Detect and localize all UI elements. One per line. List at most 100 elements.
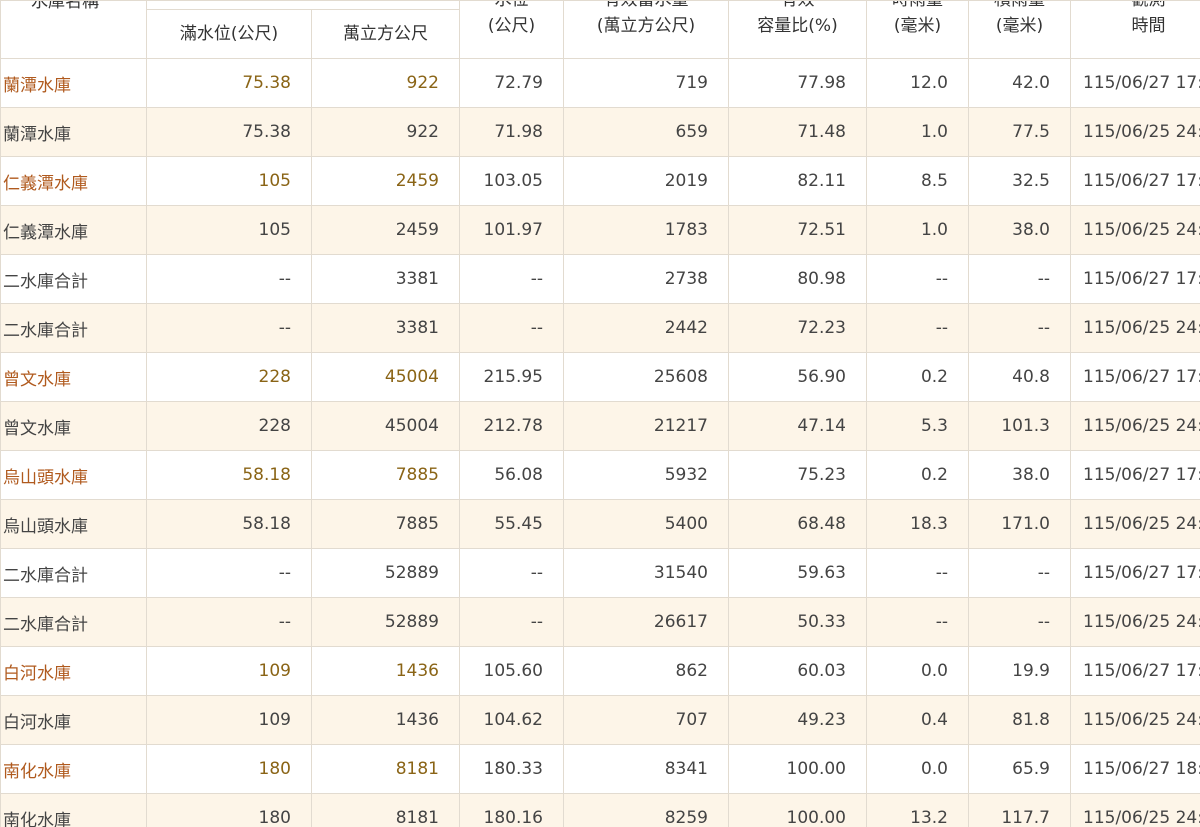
cell-capacity: 52889 [311, 548, 460, 598]
cell-water-level: 180.33 [459, 744, 564, 794]
cell-hourly-rain: 0.2 [866, 450, 969, 500]
header-water-level: 水位 (公尺) [459, 0, 564, 59]
cell-observation-time: 115/06/27 17:00 [1070, 156, 1200, 206]
cell-accumulated-rain: 77.5 [968, 107, 1071, 157]
cell-observation-time: 115/06/25 24:00 [1070, 695, 1200, 745]
cell-capacity-percent: 60.03 [728, 646, 867, 696]
table-row: 南化水庫 180 8181 180.33 8341 100.00 0.0 65.9 115/06… [0, 744, 1200, 794]
cell-full-level: 75.38 [146, 58, 312, 108]
cell-capacity: 922 [311, 58, 460, 108]
table-row: 二水庫合計 -- 52889 -- 26617 50.33 -- -- 115/06/25 24… [0, 597, 1200, 647]
cell-accumulated-rain: 65.9 [968, 744, 1071, 794]
table-row: 烏山頭水庫 58.18 7885 55.45 5400 68.48 18.3 171.0 115… [0, 499, 1200, 549]
cell-capacity-percent: 56.90 [728, 352, 867, 402]
cell-hourly-rain: -- [866, 254, 969, 304]
cell-accumulated-rain: -- [968, 548, 1071, 598]
cell-reservoir-name[interactable]: 南化水庫 [0, 744, 147, 794]
cell-full-level: 58.18 [146, 499, 312, 549]
cell-observation-time: 115/06/25 24:00 [1070, 597, 1200, 647]
cell-capacity-percent: 47.14 [728, 401, 867, 451]
cell-capacity: 8181 [311, 744, 460, 794]
header-effective-storage: 有效蓄水量 (萬立方公尺) [563, 0, 729, 59]
cell-reservoir-name: 南化水庫 [0, 793, 147, 827]
table-row: 曾文水庫 228 45004 215.95 25608 56.90 0.2 40.8 115/0… [0, 352, 1200, 402]
table-row: 烏山頭水庫 58.18 7885 56.08 5932 75.23 0.2 38.0 115/0… [0, 450, 1200, 500]
cell-effective-storage: 5932 [563, 450, 729, 500]
cell-capacity-percent: 50.33 [728, 597, 867, 647]
cell-effective-storage: 8341 [563, 744, 729, 794]
cell-water-level: -- [459, 254, 564, 304]
cell-effective-storage: 719 [563, 58, 729, 108]
cell-effective-storage: 2442 [563, 303, 729, 353]
cell-observation-time: 115/06/27 18:00 [1070, 744, 1200, 794]
cell-accumulated-rain: 40.8 [968, 352, 1071, 402]
cell-capacity: 8181 [311, 793, 460, 827]
table-row: 南化水庫 180 8181 180.16 8259 100.00 13.2 117.7 115/… [0, 793, 1200, 827]
cell-observation-time: 115/06/25 24:00 [1070, 205, 1200, 255]
cell-capacity-percent: 68.48 [728, 499, 867, 549]
cell-reservoir-name: 蘭潭水庫 [0, 107, 147, 157]
cell-water-level: -- [459, 548, 564, 598]
cell-capacity: 7885 [311, 499, 460, 549]
cell-observation-time: 115/06/27 17:00 [1070, 254, 1200, 304]
cell-water-level: 72.79 [459, 58, 564, 108]
cell-accumulated-rain: 117.7 [968, 793, 1071, 827]
cell-reservoir-name[interactable]: 烏山頭水庫 [0, 450, 147, 500]
table-row: 仁義潭水庫 105 2459 103.05 2019 82.11 8.5 32.5 115/06… [0, 156, 1200, 206]
cell-capacity: 2459 [311, 205, 460, 255]
cell-accumulated-rain: -- [968, 303, 1071, 353]
cell-hourly-rain: 0.4 [866, 695, 969, 745]
cell-full-level: 228 [146, 352, 312, 402]
cell-accumulated-rain: 171.0 [968, 499, 1071, 549]
cell-observation-time: 115/06/27 17:00 [1070, 450, 1200, 500]
cell-effective-storage: 862 [563, 646, 729, 696]
cell-accumulated-rain: -- [968, 597, 1071, 647]
cell-capacity-percent: 75.23 [728, 450, 867, 500]
cell-water-level: -- [459, 303, 564, 353]
cell-capacity: 45004 [311, 352, 460, 402]
cell-effective-storage: 21217 [563, 401, 729, 451]
table-row: 仁義潭水庫 105 2459 101.97 1783 72.51 1.0 38.0 115/06… [0, 205, 1200, 255]
cell-full-level: 109 [146, 646, 312, 696]
cell-reservoir-name: 二水庫合計 [0, 254, 147, 304]
cell-capacity: 52889 [311, 597, 460, 647]
cell-effective-storage: 2019 [563, 156, 729, 206]
cell-full-level: 105 [146, 205, 312, 255]
cell-full-level: -- [146, 597, 312, 647]
cell-effective-storage: 1783 [563, 205, 729, 255]
cell-full-level: 75.38 [146, 107, 312, 157]
cell-effective-storage: 8259 [563, 793, 729, 827]
table-row: 蘭潭水庫 75.38 922 71.98 659 71.48 1.0 77.5 115/06/2… [0, 107, 1200, 157]
cell-water-level: 180.16 [459, 793, 564, 827]
cell-water-level: -- [459, 597, 564, 647]
cell-hourly-rain: -- [866, 548, 969, 598]
cell-hourly-rain: 8.5 [866, 156, 969, 206]
cell-reservoir-name: 二水庫合計 [0, 597, 147, 647]
cell-water-level: 55.45 [459, 499, 564, 549]
cell-hourly-rain: 0.0 [866, 744, 969, 794]
cell-capacity: 922 [311, 107, 460, 157]
cell-effective-storage: 707 [563, 695, 729, 745]
cell-reservoir-name[interactable]: 仁義潭水庫 [0, 156, 147, 206]
table-row: 白河水庫 109 1436 104.62 707 49.23 0.4 81.8 115/06/2… [0, 695, 1200, 745]
cell-effective-storage: 26617 [563, 597, 729, 647]
cell-full-level: -- [146, 254, 312, 304]
cell-hourly-rain: 5.3 [866, 401, 969, 451]
cell-capacity: 3381 [311, 254, 460, 304]
cell-reservoir-name[interactable]: 蘭潭水庫 [0, 58, 147, 108]
cell-hourly-rain: 13.2 [866, 793, 969, 827]
reservoir-table: 水庫名稱 水位 (公尺) 有效蓄水量 (萬立方公尺) [0, 0, 1200, 827]
cell-reservoir-name[interactable]: 白河水庫 [0, 646, 147, 696]
cell-observation-time: 115/06/27 17:00 [1070, 58, 1200, 108]
cell-accumulated-rain: 38.0 [968, 450, 1071, 500]
cell-full-level: 109 [146, 695, 312, 745]
cell-reservoir-name[interactable]: 曾文水庫 [0, 352, 147, 402]
cell-accumulated-rain: 38.0 [968, 205, 1071, 255]
cell-water-level: 56.08 [459, 450, 564, 500]
cell-water-level: 71.98 [459, 107, 564, 157]
cell-full-level: 58.18 [146, 450, 312, 500]
cell-hourly-rain: -- [866, 597, 969, 647]
cell-water-level: 215.95 [459, 352, 564, 402]
table-row: 二水庫合計--3381--273880.98----115/06/27 17:0… [0, 254, 1200, 304]
cell-capacity-percent: 71.48 [728, 107, 867, 157]
